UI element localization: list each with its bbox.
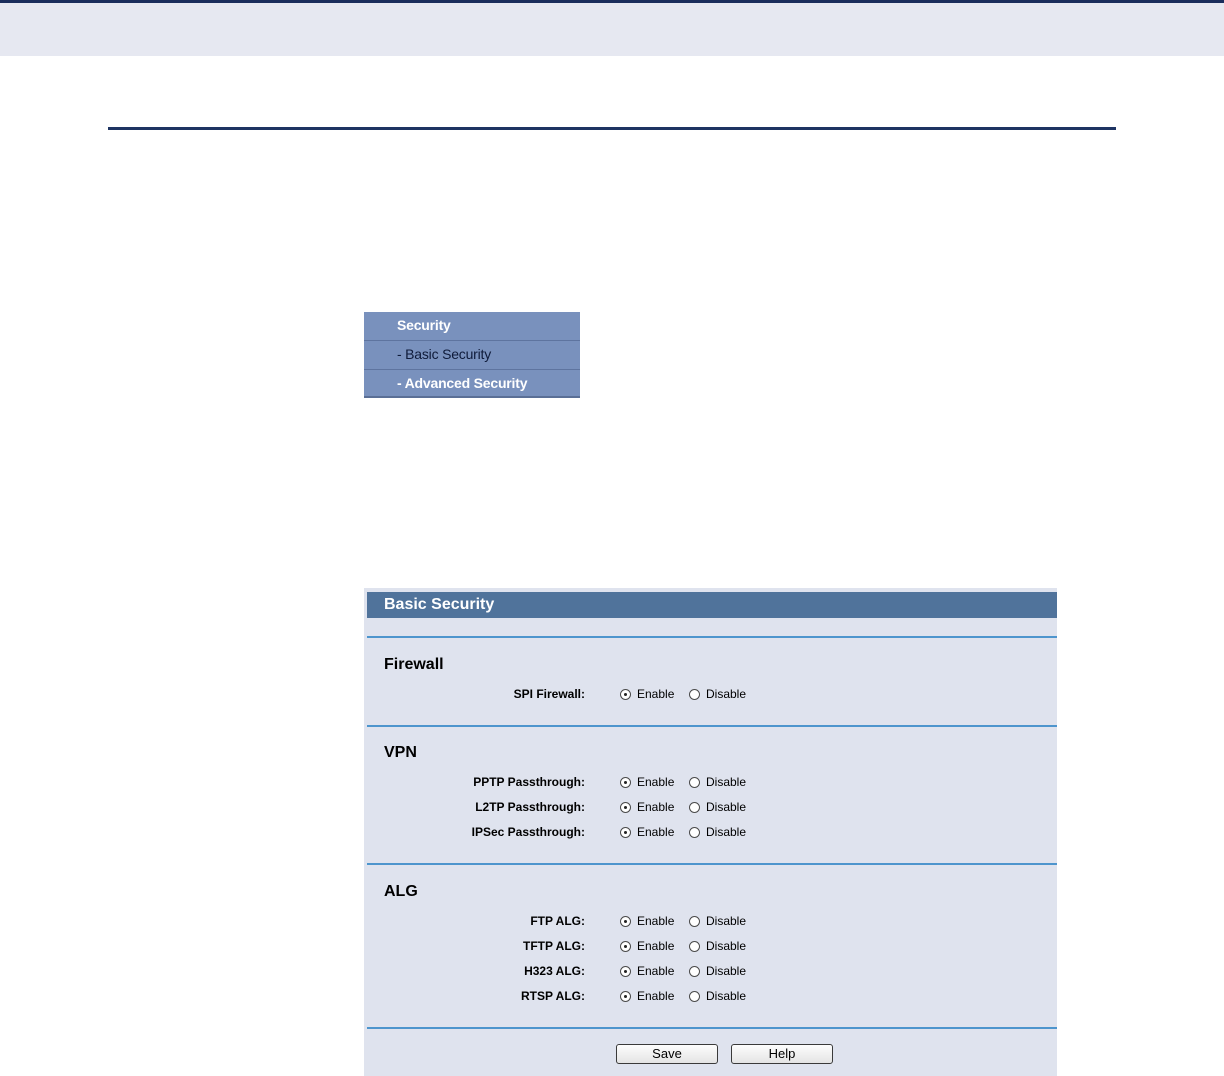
radio-disable[interactable] (689, 991, 700, 1002)
help-button[interactable]: Help (731, 1044, 833, 1064)
setting-label: IPSec Passthrough: (471, 825, 585, 839)
setting-row-ftp-alg: FTP ALG: Enable Disable (364, 911, 1057, 931)
disable-option[interactable]: Disable (689, 961, 746, 981)
setting-row-h323-alg: H323 ALG: Enable Disable (364, 961, 1057, 981)
enable-label: Enable (637, 825, 675, 839)
radio-disable[interactable] (689, 777, 700, 788)
setting-label: H323 ALG: (524, 964, 585, 978)
radio-disable[interactable] (689, 966, 700, 977)
section-divider (367, 725, 1057, 727)
radio-enable-checked[interactable] (620, 689, 631, 700)
enable-option[interactable]: Enable (620, 986, 674, 1006)
disable-label: Disable (706, 800, 747, 814)
enable-option[interactable]: Enable (620, 911, 674, 931)
setting-label: RTSP ALG: (520, 989, 585, 1003)
menu-item-advanced-security[interactable]: - Advanced Security (364, 370, 580, 399)
radio-enable-checked[interactable] (620, 991, 631, 1002)
enable-label: Enable (637, 939, 675, 953)
disable-option[interactable]: Disable (689, 797, 746, 817)
enable-label: Enable (637, 775, 675, 789)
panel-title: Basic Security (367, 592, 1057, 618)
setting-row-l2tp: L2TP Passthrough: Enable Disable (364, 797, 1057, 817)
enable-label: Enable (637, 989, 675, 1003)
setting-label: L2TP Passthrough: (475, 800, 585, 814)
page-divider (108, 127, 1116, 130)
page-header-band (0, 0, 1224, 56)
disable-label: Disable (706, 825, 747, 839)
save-button[interactable]: Save (616, 1044, 718, 1064)
section-title-vpn: VPN (384, 744, 417, 761)
menu-item-basic-security[interactable]: - Basic Security (364, 341, 580, 370)
radio-enable-checked[interactable] (620, 777, 631, 788)
enable-label: Enable (637, 964, 675, 978)
radio-enable-checked[interactable] (620, 941, 631, 952)
radio-disable[interactable] (689, 802, 700, 813)
enable-option[interactable]: Enable (620, 684, 674, 704)
disable-label: Disable (706, 964, 747, 978)
disable-label: Disable (706, 939, 747, 953)
enable-label: Enable (637, 914, 675, 928)
section-title-alg: ALG (384, 883, 418, 900)
setting-label: PPTP Passthrough: (473, 775, 585, 789)
enable-option[interactable]: Enable (620, 797, 674, 817)
disable-option[interactable]: Disable (689, 684, 746, 704)
disable-option[interactable]: Disable (689, 986, 746, 1006)
disable-option[interactable]: Disable (689, 772, 746, 792)
disable-label: Disable (706, 687, 747, 701)
basic-security-panel: Basic Security Firewall SPI Firewall: En… (364, 588, 1057, 1076)
radio-disable[interactable] (689, 916, 700, 927)
radio-disable[interactable] (689, 689, 700, 700)
radio-disable[interactable] (689, 827, 700, 838)
setting-row-rtsp-alg: RTSP ALG: Enable Disable (364, 986, 1057, 1006)
section-divider (367, 863, 1057, 865)
setting-row-spi-firewall: SPI Firewall: Enable Disable (364, 684, 1057, 704)
radio-disable[interactable] (689, 941, 700, 952)
section-title-firewall: Firewall (384, 656, 444, 673)
radio-enable-checked[interactable] (620, 827, 631, 838)
setting-row-pptp: PPTP Passthrough: Enable Disable (364, 772, 1057, 792)
radio-enable-checked[interactable] (620, 802, 631, 813)
enable-label: Enable (637, 800, 675, 814)
menu-item-security[interactable]: Security (364, 312, 580, 341)
disable-option[interactable]: Disable (689, 911, 746, 931)
disable-option[interactable]: Disable (689, 822, 746, 842)
enable-label: Enable (637, 687, 675, 701)
enable-option[interactable]: Enable (620, 961, 674, 981)
setting-label: SPI Firewall: (513, 687, 585, 701)
disable-label: Disable (706, 775, 747, 789)
enable-option[interactable]: Enable (620, 772, 674, 792)
radio-enable-checked[interactable] (620, 916, 631, 927)
setting-row-tftp-alg: TFTP ALG: Enable Disable (364, 936, 1057, 956)
enable-option[interactable]: Enable (620, 936, 674, 956)
disable-label: Disable (706, 914, 747, 928)
setting-label: TFTP ALG: (523, 939, 585, 953)
setting-label: FTP ALG: (530, 914, 585, 928)
section-divider (367, 1027, 1057, 1029)
disable-label: Disable (706, 989, 747, 1003)
security-menu: Security - Basic Security - Advanced Sec… (364, 312, 580, 398)
setting-row-ipsec: IPSec Passthrough: Enable Disable (364, 822, 1057, 842)
disable-option[interactable]: Disable (689, 936, 746, 956)
radio-enable-checked[interactable] (620, 966, 631, 977)
enable-option[interactable]: Enable (620, 822, 674, 842)
section-divider (367, 636, 1057, 638)
